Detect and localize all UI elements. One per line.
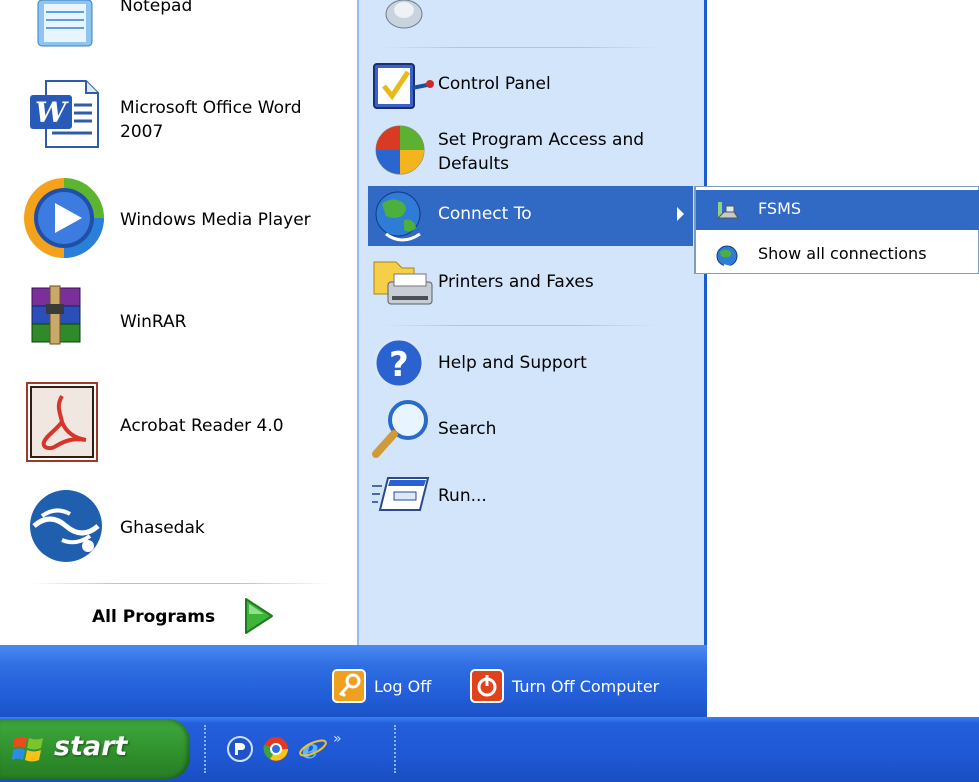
help-support-label: Help and Support [438,353,587,373]
program-item-word[interactable]: W Microsoft Office Word 2007 [0,72,358,152]
green-arrow-icon [242,596,276,640]
right-separator-middle [380,325,660,326]
places-item-top[interactable] [368,0,693,36]
left-separator [30,583,330,584]
run-label: Run... [438,486,487,506]
printers-label: Printers and Faxes [438,272,594,292]
run-item[interactable]: Run... [368,466,693,528]
windows-logo-icon [12,735,46,769]
right-separator-top [380,47,660,48]
quick-launch-more-chevron[interactable]: » [333,731,342,747]
program-item-acrobat[interactable]: Acrobat Reader 4.0 [0,380,358,466]
connection-item-fsms[interactable]: FSMS [696,190,979,230]
control-panel-label: Control Panel [438,74,551,94]
turn-off-label: Turn Off Computer [512,676,660,696]
dialup-connection-icon [716,200,740,226]
start-label: start [54,731,128,762]
svg-text:e: e [302,735,319,763]
program-access-icon [372,124,428,181]
program-item-label: Notepad [120,0,193,16]
quick-launch-grip[interactable] [204,725,208,773]
control-panel-icon [372,58,436,119]
connect-to-label: Connect To [438,204,532,224]
program-item-notepad[interactable]: Notepad [0,0,358,56]
search-icon [370,398,432,465]
control-panel-item[interactable]: Control Panel [368,54,693,116]
program-access-label: Set Program Access and Defaults [438,130,645,174]
my-computer-icon [382,0,426,37]
chrome-icon[interactable] [262,735,290,767]
program-item-winrar[interactable]: WinRAR [0,282,358,362]
printer-icon [370,254,434,317]
log-off-button[interactable]: Log Off [332,669,431,703]
connect-to-icon [372,190,426,248]
program-item-label: Microsoft Office Word 2007 [120,98,302,142]
svg-text:?: ? [389,345,409,385]
all-programs-label: All Programs [92,607,216,627]
run-icon [370,474,432,519]
start-menu-footer: Log Off Turn Off Computer [0,645,707,717]
turn-off-button[interactable]: Turn Off Computer [470,669,659,703]
show-all-connections-item[interactable]: Show all connections [696,235,979,275]
help-support-item[interactable]: ? Help and Support [368,332,693,394]
program-item-label: Ghasedak [120,518,205,538]
connect-to-item[interactable]: Connect To [368,186,693,246]
network-globe-icon [716,245,740,273]
quick-launch-browser-icon[interactable] [226,735,254,767]
show-all-connections-label: Show all connections [758,244,927,263]
acrobat-icon [26,382,98,467]
ghasedak-icon [26,486,106,571]
start-menu-programs-pane: Notepad W Microsoft Office Word 2007 Win… [0,0,358,645]
notepad-icon [36,0,96,55]
search-label: Search [438,419,497,439]
search-item[interactable]: Search [368,398,693,460]
winrar-icon [30,284,82,353]
connect-to-submenu: FSMS Show all connections [694,186,979,274]
program-item-label: Acrobat Reader 4.0 [120,416,284,436]
program-access-item[interactable]: Set Program Access and Defaults [368,118,693,180]
taskbar: start e » [0,717,979,782]
word-icon: W [26,77,106,156]
log-off-label: Log Off [374,676,432,696]
connection-label: FSMS [758,199,802,218]
submenu-arrow-icon [676,206,686,226]
program-item-ghasedak[interactable]: Ghasedak [0,484,358,568]
svg-text:W: W [35,96,69,129]
power-icon [470,669,504,703]
all-programs-button[interactable]: All Programs [0,588,358,645]
start-button[interactable]: start [0,719,190,779]
program-item-label: Windows Media Player [120,210,311,230]
printers-item[interactable]: Printers and Faxes [368,250,693,314]
key-icon [332,669,366,703]
program-item-label: WinRAR [120,312,187,332]
internet-explorer-icon[interactable]: e [298,733,328,767]
program-item-media-player[interactable]: Windows Media Player [0,176,358,262]
quick-launch-grip-right[interactable] [394,725,398,773]
help-icon: ? [372,336,426,395]
media-player-icon [22,176,106,265]
start-menu: Notepad W Microsoft Office Word 2007 Win… [0,0,707,717]
